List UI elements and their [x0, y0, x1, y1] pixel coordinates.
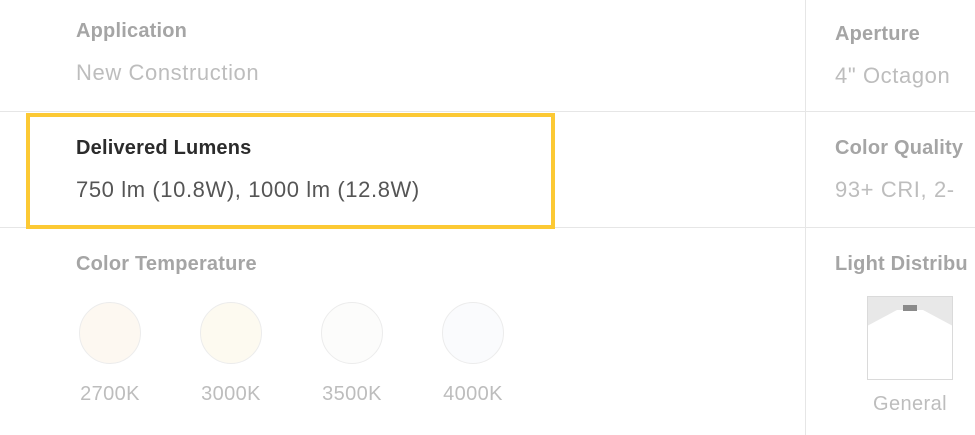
- highlight-box: [26, 113, 555, 229]
- general-beam-spread-icon: [868, 297, 952, 326]
- spec-label-color-temperature: Color Temperature: [76, 253, 257, 275]
- swatch-label-3500k: 3500K: [322, 383, 382, 405]
- spec-label-color-quality: Color Quality: [835, 137, 964, 159]
- spec-value-application: New Construction: [76, 60, 260, 85]
- spec-value-delivered-lumens: 750 lm (10.8W), 1000 lm (12.8W): [76, 177, 420, 202]
- color-swatch-3500k[interactable]: [321, 302, 383, 364]
- distribution-option-label: General: [873, 393, 947, 415]
- color-swatch-4000k[interactable]: [442, 302, 504, 364]
- spec-value-aperture: 4" Octagon: [835, 63, 951, 88]
- color-swatch-3000k[interactable]: [200, 302, 262, 364]
- spec-value-color-quality: 93+ CRI, 2-: [835, 177, 955, 202]
- divider-row-1: [0, 111, 975, 112]
- spec-label-light-distribution: Light Distribu: [835, 253, 968, 275]
- distribution-option-general[interactable]: [867, 296, 953, 380]
- spec-label-aperture: Aperture: [835, 23, 920, 45]
- swatch-label-2700k: 2700K: [80, 383, 140, 405]
- swatch-label-4000k: 4000K: [443, 383, 503, 405]
- color-swatch-2700k[interactable]: [79, 302, 141, 364]
- spec-label-delivered-lumens: Delivered Lumens: [76, 137, 252, 159]
- spec-label-application: Application: [76, 20, 188, 42]
- column-divider: [805, 0, 806, 435]
- swatch-label-3000k: 3000K: [201, 383, 261, 405]
